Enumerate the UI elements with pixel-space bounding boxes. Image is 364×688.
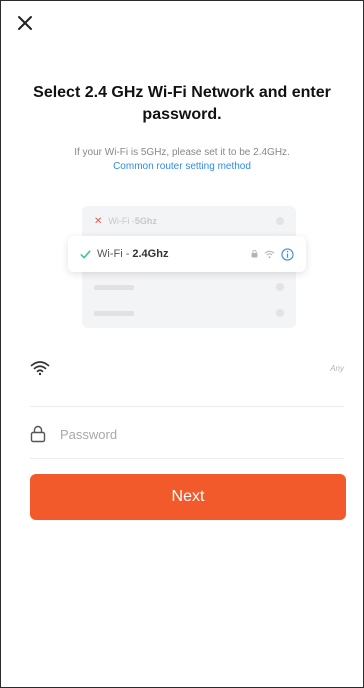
checkmark-icon: [80, 249, 91, 259]
password-field[interactable]: [30, 416, 344, 452]
placeholder-bar: [94, 310, 134, 316]
router-setting-link[interactable]: Common router setting method: [10, 160, 354, 174]
lock-icon: [30, 425, 46, 443]
divider: [30, 458, 344, 459]
placeholder-bar: [94, 284, 134, 290]
lock-icon: [251, 250, 258, 258]
frequency-hint: If your Wi-Fi is 5GHz, please set it to …: [74, 147, 290, 158]
divider: [30, 406, 344, 407]
page-title: Select 2.4 GHz Wi-Fi Network and enter p…: [33, 84, 331, 123]
illustration-row-placeholder: [82, 302, 296, 324]
row-24g-band: 2.4Ghz: [132, 248, 169, 260]
illustration-row-5g: ✕ Wi-Fi - 5Ghz: [82, 210, 296, 232]
row-5g-band: 5Ghz: [134, 216, 157, 226]
wifi-signal-icon: [264, 250, 275, 258]
row-24g-prefix: Wi-Fi -: [97, 248, 130, 260]
unavailable-icon: ✕: [94, 215, 103, 227]
illustration-row-placeholder: [82, 276, 296, 298]
ssid-switch-link[interactable]: Any: [330, 364, 344, 373]
placeholder-indicator: [276, 309, 284, 317]
ssid-field[interactable]: Any: [30, 350, 344, 386]
close-icon: [18, 16, 32, 30]
row-5g-prefix: Wi-Fi -: [108, 216, 135, 226]
wifi-icon: [30, 361, 50, 376]
info-icon: [281, 247, 294, 261]
close-button[interactable]: [14, 12, 36, 34]
illustration-row-2-4g: Wi-Fi - 2.4Ghz: [68, 236, 306, 272]
row-5g-indicator: [276, 217, 284, 225]
placeholder-indicator: [276, 283, 284, 291]
password-input[interactable]: [60, 426, 310, 442]
next-button[interactable]: Next: [30, 474, 346, 520]
